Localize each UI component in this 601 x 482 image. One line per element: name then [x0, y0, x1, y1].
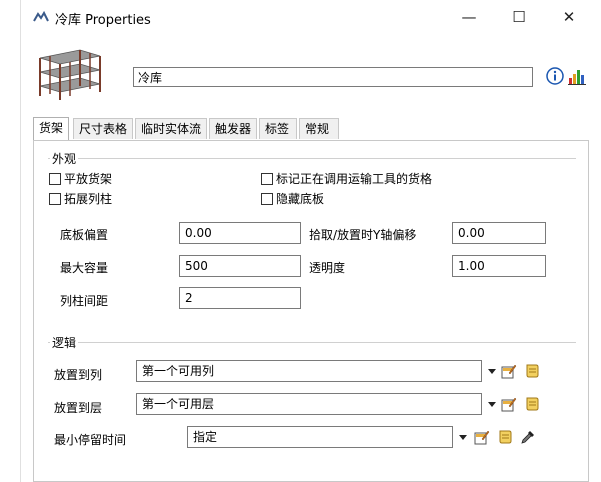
tab-triggers[interactable]: 触发器	[209, 118, 257, 139]
tab-general[interactable]: 常规	[299, 118, 339, 139]
min-dwell-chevron-down-icon[interactable]	[459, 435, 467, 440]
flat-rack-checkbox[interactable]: 平放货架	[49, 171, 112, 187]
place-in-bay-edit-icon[interactable]	[501, 363, 517, 379]
tab-labels[interactable]: 标签	[259, 118, 297, 139]
extend-columns-checkbox[interactable]: 拓展列柱	[49, 191, 112, 207]
properties-window: 冷库 Properties — ☐ ✕ 冷库 货架 尺寸表格 临时实体流 触发器…	[21, 0, 601, 482]
min-dwell-dropdown[interactable]: 指定	[187, 426, 453, 448]
place-in-bay-dropdown[interactable]: 第一个可用列	[136, 360, 482, 382]
mark-transport-checkbox-box[interactable]	[261, 173, 273, 185]
hide-floor-label: 隐藏底板	[276, 192, 325, 206]
tab-flow[interactable]: 临时实体流	[135, 118, 207, 139]
tab-size-table[interactable]: 尺寸表格	[73, 118, 133, 139]
place-in-bay-label: 放置到列	[54, 368, 103, 382]
object-name-field[interactable]: 冷库	[133, 67, 533, 87]
pick-y-offset-field[interactable]: 0.00	[452, 222, 546, 244]
flat-rack-checkbox-box[interactable]	[49, 173, 61, 185]
info-icon[interactable]	[546, 67, 564, 85]
logic-group	[48, 342, 576, 343]
eyedropper-icon[interactable]	[520, 429, 536, 445]
title-bar[interactable]: 冷库 Properties — ☐ ✕	[21, 0, 601, 34]
extend-columns-checkbox-box[interactable]	[49, 193, 61, 205]
extend-columns-label: 拓展列柱	[64, 192, 113, 206]
place-in-bay-chevron-down-icon[interactable]	[488, 369, 496, 374]
opacity-label: 透明度	[309, 261, 346, 275]
app-icon	[33, 10, 49, 22]
max-capacity-field[interactable]: 500	[179, 255, 301, 277]
place-in-level-label: 放置到层	[54, 401, 103, 415]
appearance-group-label: 外观	[50, 150, 79, 167]
maximize-button[interactable]: ☐	[499, 4, 539, 30]
mark-transport-label: 标记正在调用运输工具的货格	[276, 172, 433, 186]
place-in-level-edit-icon[interactable]	[501, 396, 517, 412]
column-spacing-field[interactable]: 2	[179, 287, 301, 309]
appearance-group	[48, 158, 576, 159]
window-title: 冷库 Properties	[55, 13, 151, 28]
place-in-level-dropdown[interactable]: 第一个可用层	[136, 393, 482, 415]
flat-rack-label: 平放货架	[64, 172, 113, 186]
floor-offset-field[interactable]: 0.00	[179, 222, 301, 244]
min-dwell-label: 最小停留时间	[54, 433, 127, 447]
tab-rack[interactable]: 货架	[33, 117, 69, 140]
mark-transport-checkbox[interactable]: 标记正在调用运输工具的货格	[261, 171, 432, 187]
place-in-level-script-icon[interactable]	[524, 396, 540, 412]
pick-y-offset-label: 拾取/放置时Y轴偏移	[309, 228, 417, 242]
column-spacing-label: 列柱间距	[60, 294, 109, 308]
rack-object-image	[39, 49, 101, 100]
minimize-button[interactable]: —	[449, 4, 489, 30]
floor-offset-label: 底板偏置	[60, 228, 109, 242]
tab-panel-rack: 外观 平放货架 拓展列柱 标记正在调用运输工具的货格 隐藏底板 底板偏置 0.0…	[33, 140, 589, 482]
opacity-field[interactable]: 1.00	[452, 255, 546, 277]
hide-floor-checkbox-box[interactable]	[261, 193, 273, 205]
min-dwell-script-icon[interactable]	[497, 429, 513, 445]
logic-group-label: 逻辑	[50, 334, 79, 351]
hide-floor-checkbox[interactable]: 隐藏底板	[261, 191, 324, 207]
place-in-bay-script-icon[interactable]	[524, 363, 540, 379]
chart-icon[interactable]	[567, 66, 587, 86]
close-button[interactable]: ✕	[549, 4, 589, 30]
place-in-level-chevron-down-icon[interactable]	[488, 402, 496, 407]
max-capacity-label: 最大容量	[60, 261, 109, 275]
min-dwell-edit-icon[interactable]	[474, 429, 490, 445]
